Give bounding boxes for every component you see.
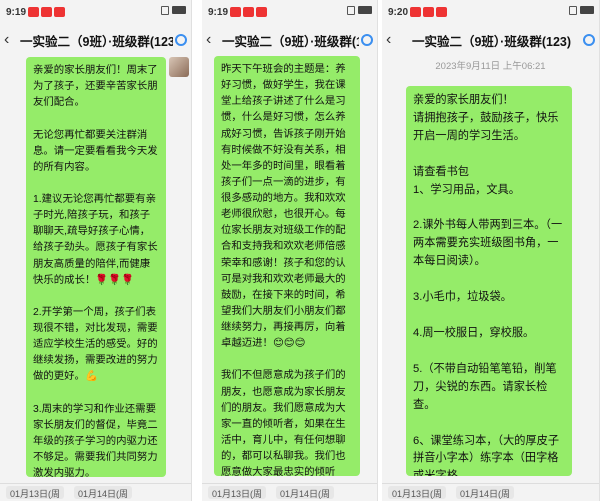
notification-icon [423, 7, 435, 17]
notification-icon [243, 7, 255, 17]
chat-panel-3: 9:20 ‹ 一实验二（9班）·班级群(123) 2023年9月11日 上午06… [382, 0, 600, 501]
chat-title: 一实验二（9班）·班级群(123) [411, 34, 572, 49]
notification-icon [230, 7, 242, 17]
battery-icon [358, 6, 372, 14]
back-arrow-icon[interactable]: ‹ [4, 31, 20, 49]
system-icons [569, 6, 594, 15]
status-bar: 9:19 [202, 0, 377, 24]
group-info-icon[interactable] [175, 34, 187, 46]
message-bubble[interactable]: 亲爱的家长朋友们！周末了为了孩子，还要辛苦家长朋友们配合。 无论您再忙都要关注群… [26, 57, 166, 477]
chat-panel-1: 9:19 ‹ 一实验二（9班）·班级群(123) 亲爱的家长朋友们！周末了为了孩… [0, 0, 192, 501]
notification-icon [28, 7, 40, 17]
chat-title: 一实验二（9班）·班级群(123) [222, 34, 359, 49]
group-info-icon[interactable] [583, 34, 595, 46]
notification-icon [41, 7, 53, 17]
notification-icon [54, 7, 66, 17]
battery-icon [580, 6, 594, 14]
chat-header: ‹ 一实验二（9班）·班级群(123) [382, 24, 599, 56]
message-bubble[interactable]: 亲爱的家长朋友们！ 请拥抱孩子，鼓励孩子，快乐开启一周的学习生活。 请查看书包 … [406, 86, 572, 476]
notification-icon [410, 7, 422, 17]
date-tab[interactable]: 01月13日(周 [388, 486, 447, 499]
chat-header: ‹ 一实验二（9班）·班级群(123) [202, 24, 377, 56]
message-timestamp: 2023年9月11日 上午06:21 [435, 61, 546, 72]
chat-header: ‹ 一实验二（9班）·班级群(123) [0, 24, 191, 56]
date-tab[interactable]: 01月14日(周 [456, 486, 515, 499]
notification-icon [256, 7, 268, 17]
date-tab[interactable]: 01月14日(周 [276, 486, 335, 499]
date-tab[interactable]: 01月13日(周 [6, 486, 65, 499]
status-bar: 9:19 [0, 0, 191, 24]
date-tab[interactable]: 01月13日(周 [208, 486, 267, 499]
back-arrow-icon[interactable]: ‹ [386, 31, 402, 49]
system-icons [347, 6, 372, 15]
notification-icon [436, 7, 448, 17]
date-tabs: 01月13日(周 01月14日(周 [382, 483, 599, 501]
status-bar: 9:20 [382, 0, 599, 24]
date-tab[interactable]: 01月14日(周 [74, 486, 133, 499]
date-tabs: 01月13日(周 01月14日(周 [0, 483, 191, 501]
message-bubble[interactable]: 昨天下午班会的主题是：养好习惯，做好学生，我在课堂上给孩子讲述了什么是习惯，什么… [214, 56, 360, 476]
system-icons [161, 6, 186, 15]
chat-title: 一实验二（9班）·班级群(123) [20, 34, 173, 49]
clock: 9:20 [388, 6, 409, 18]
group-info-icon[interactable] [361, 34, 373, 46]
chat-panel-2: 9:19 ‹ 一实验二（9班）·班级群(123) 昨天下午班会的主题是：养好习惯… [202, 0, 378, 501]
clock: 9:19 [208, 6, 229, 18]
avatar[interactable] [169, 57, 189, 77]
battery-icon [172, 6, 186, 14]
signal-icon [161, 6, 169, 15]
back-arrow-icon[interactable]: ‹ [206, 31, 222, 49]
signal-icon [569, 6, 577, 15]
date-tabs: 01月13日(周 01月14日(周 [202, 483, 377, 501]
signal-icon [347, 6, 355, 15]
clock: 9:19 [6, 6, 27, 18]
